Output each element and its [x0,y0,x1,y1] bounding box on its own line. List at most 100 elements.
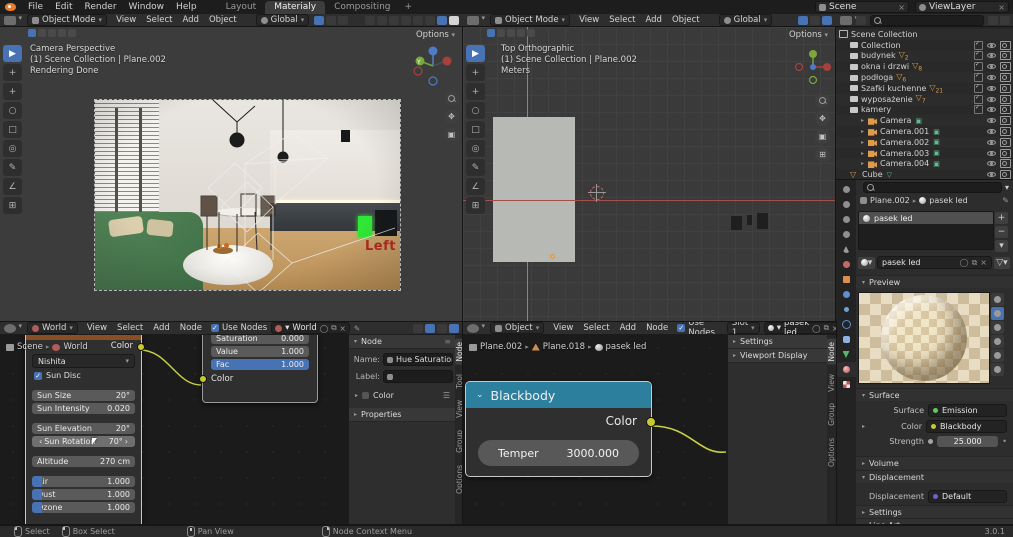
exclude-checkbox[interactable] [974,84,983,93]
sky-texture-node[interactable]: Color Nishita ▾ ✓ Sun Disc Sun Size20°Su… [25,335,142,525]
copy-icon[interactable]: ⧉ [331,323,336,333]
menu-view[interactable]: View [574,15,604,25]
expand-arrow-icon[interactable]: ▸ [861,117,868,124]
display-mode-icon[interactable] [856,16,866,25]
properties-tab-view-layer[interactable] [836,227,856,242]
unlink-icon[interactable]: × [832,324,836,333]
node-header[interactable]: ⌄ Blackbody [466,382,651,408]
menu-object[interactable]: Object [204,15,242,25]
use-nodes-checkbox[interactable]: ✓ Use Nodes [211,323,267,333]
node-name-field[interactable]: Hue Saturation V... [383,353,453,366]
hide-in-viewport-icon[interactable] [987,85,996,92]
outliner-item-kamery[interactable]: kamery [836,105,1013,116]
navigation-gizmo[interactable]: Y [410,43,456,89]
expand-arrow-icon[interactable]: ▸ [862,423,865,430]
measure-tool[interactable]: ∠ [466,178,485,195]
slot-specials-button[interactable]: ▾ [995,240,1008,252]
disable-in-render-icon[interactable] [1000,51,1011,60]
move-tool[interactable]: + [466,83,485,100]
menu-add[interactable]: Add [615,323,641,333]
hide-in-viewport-icon[interactable] [987,160,996,167]
disable-in-render-icon[interactable] [1000,127,1011,136]
expand-arrow-icon[interactable]: ▸ [861,150,868,157]
hide-in-viewport-icon[interactable] [987,139,996,146]
disable-in-render-icon[interactable] [1000,116,1011,125]
editor-type-icon[interactable] [4,324,16,333]
displacement-section-header[interactable]: ▾Displacement [856,470,1013,483]
cursor-tool-icon[interactable] [68,29,76,37]
overlays-toggle-icon[interactable] [810,16,820,25]
menu-edit[interactable]: Edit [49,2,78,12]
remove-slot-button[interactable]: − [995,226,1008,238]
menu-add[interactable]: Add [148,323,174,333]
cursor-tool-icon[interactable] [527,29,535,37]
shading-wireframe-icon[interactable] [401,16,411,25]
editor-type-icon[interactable] [467,324,479,333]
breadcrumb-material[interactable]: pasek led [929,196,967,205]
sky-sun-rotation-field[interactable]: ‹Sun Rotation70°› [32,436,135,447]
node-panel-header[interactable]: ▾Node ≡ [349,335,456,349]
sky-type-dropdown[interactable]: Nishita ▾ [32,354,135,368]
pan-hand-icon[interactable]: ✥ [444,109,459,124]
menu-select[interactable]: Select [578,323,614,333]
shader-type-dropdown[interactable]: Object ▾ [490,322,544,334]
surface-shader-dropdown[interactable]: Emission [928,404,1007,417]
orientation-dropdown[interactable]: Global ▾ [256,14,310,26]
pause-render-button[interactable] [449,16,459,25]
add-workspace-button[interactable]: + [400,1,418,14]
preview-hair-button[interactable] [991,335,1004,348]
outliner-search[interactable] [870,15,984,26]
scene-selector[interactable]: Scene × [815,1,909,13]
xray-toggle-icon[interactable] [389,16,399,25]
hsv-saturation-field[interactable]: Saturation0.000 [211,335,309,344]
node-label-field[interactable] [383,370,453,383]
scale-tool[interactable]: □ [3,121,22,138]
exclude-checkbox[interactable] [974,95,983,104]
select-circle-icon[interactable] [48,29,56,37]
snap-magnet-icon[interactable] [314,16,324,25]
properties-tab-constraints[interactable] [836,332,856,347]
collapse-chevron-icon[interactable]: ⌄ [476,390,484,400]
rotate-tool[interactable]: ○ [466,102,485,119]
preview-cube-button[interactable] [991,321,1004,334]
sun-disc-checkbox[interactable]: ✓ Sun Disc [34,371,133,380]
node-canvas[interactable]: Plane.002 ▸ Plane.018 ▸ pasek led ⌄ Blac… [463,335,727,525]
workspace-tab-materialy[interactable]: Materialy [265,1,325,14]
mesh-object[interactable] [731,216,742,230]
sidebar-tab-tool[interactable]: Tool [455,371,463,392]
scale-tool[interactable]: □ [466,121,485,138]
outliner-item-collection[interactable]: Collection [836,40,1013,51]
outliner-item-camera-001[interactable]: ▸Camera.001▣ [836,126,1013,137]
blender-logo-icon[interactable] [5,3,16,11]
editor-type-icon[interactable] [467,16,479,25]
outliner-item-cube[interactable]: ▽Cube▽ [836,169,1013,180]
material-specials-button[interactable]: ▽▾ [994,257,1010,269]
add-cube-tool[interactable]: ⊞ [466,197,485,214]
preview-section-header[interactable]: ▾Preview [856,275,1013,288]
annotate-tool[interactable]: ✎ [3,159,22,176]
sidebar-tab-node[interactable]: Node [455,339,463,365]
hsv-node[interactable]: Saturation0.000Value1.000Fac1.000 Color [202,335,318,403]
overlays-toggle-icon[interactable] [377,16,387,25]
transform-tool[interactable]: ◎ [466,140,485,157]
color-input-dropdown[interactable]: Blackbody [926,420,1007,433]
viewport-top-ortho[interactable]: Options ▾ Top Orthographic (1) Scene Col… [463,27,836,322]
select-lasso-icon[interactable] [517,29,525,37]
workspace-tab-layout[interactable]: Layout [217,1,266,14]
preview-flat-button[interactable] [991,293,1004,306]
exclude-checkbox[interactable] [974,51,983,60]
select-box-icon[interactable] [38,29,46,37]
viewport-camera[interactable]: Options ▾ Camera Perspective (1) Scene C… [0,27,463,322]
exclude-checkbox[interactable] [974,73,983,82]
unlink-icon[interactable]: × [998,3,1005,12]
sky-air-field[interactable]: Air1.000 [32,476,135,487]
sidebar-tab-view[interactable]: View [455,397,463,421]
pin-icon[interactable]: ✎ [1002,196,1009,205]
disable-in-render-icon[interactable] [1000,73,1011,82]
node-canvas[interactable]: Scene ▸ World Color Nishita ▾ [0,335,348,525]
menu-select[interactable]: Select [112,323,148,333]
properties-tab-tool[interactable] [836,182,856,197]
properties-tab-world[interactable] [836,257,856,272]
increment-arrow-icon[interactable]: › [125,437,128,446]
unlink-icon[interactable]: × [898,3,905,12]
